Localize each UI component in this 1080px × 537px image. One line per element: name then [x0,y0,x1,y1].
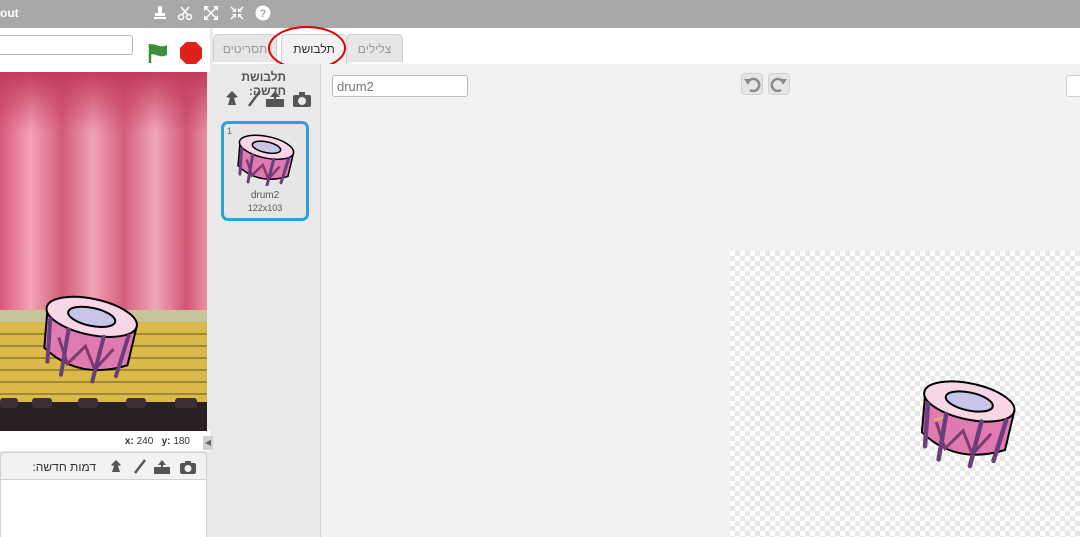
redo-icon [770,77,787,93]
stage-canvas[interactable] [0,72,207,431]
paint-new-costume-icon[interactable] [245,90,265,108]
costume-size-label: 122x103 [247,203,283,213]
upload-costume-icon[interactable] [265,90,285,108]
undo-icon [744,77,761,93]
tab-sounds[interactable]: צלילים [346,34,403,62]
svg-text:?: ? [260,8,267,20]
choose-costume-from-library-icon[interactable] [222,90,242,108]
tab-bar: תסריטים תלבושת צלילים [213,28,1080,65]
collapse-stage-arrow-icon[interactable]: ◀ [203,436,213,450]
help-icon[interactable]: ? [254,5,272,23]
costume-tile[interactable]: 1 drum2 122x103 [221,121,309,221]
green-flag-icon[interactable] [146,41,170,65]
stage-header [0,28,210,72]
costume-thumbnail [237,134,295,186]
paint-canvas[interactable] [730,251,1080,537]
tab-scripts[interactable]: תסריטים [213,34,277,62]
tab-costumes[interactable]: תלבושת [281,34,347,65]
undo-button[interactable] [741,73,763,95]
choose-sprite-from-library-icon[interactable] [107,459,125,475]
redo-button[interactable] [768,73,790,95]
x-value: 240 [136,436,154,447]
costume-list-panel: תלבושת חדשה: 1 drum2 122x103 [214,64,321,537]
costume-name-label: drum2 [250,190,280,201]
top-menu-bar: out ? [0,0,1080,28]
sprites-list [0,480,207,537]
stage-coordinates-bar: x: 240 y: 180 [0,431,210,451]
drum-costume-image [920,380,1016,469]
y-value: 180 [173,436,190,447]
costume-name-input[interactable]: drum2 [332,75,468,97]
x-label: x: [124,436,134,447]
paint-editor: drum2 [321,64,1080,537]
y-label: y: [161,436,171,447]
camera-costume-icon[interactable] [292,90,312,108]
sprites-header: דמות חדשה: [0,452,207,480]
mouse-coordinates: x: 240 y: 180 [125,436,190,447]
camera-sprite-icon[interactable] [179,459,197,475]
stop-sign-icon[interactable] [179,41,203,65]
project-title-input[interactable] [0,35,133,55]
shrink-icon[interactable] [228,5,246,23]
paint-new-sprite-icon[interactable] [131,459,149,475]
scissors-delete-icon[interactable] [176,5,194,23]
upload-sprite-icon[interactable] [153,459,171,475]
app-title-fragment: out [0,6,19,20]
grow-icon[interactable] [202,5,220,23]
new-sprite-label: דמות חדשה: [32,460,96,474]
duplicate-stamp-icon[interactable] [151,5,169,23]
editor-clear-button[interactable] [1066,75,1080,97]
